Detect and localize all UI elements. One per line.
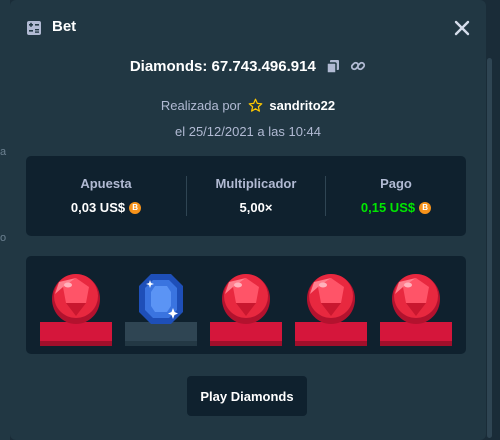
- close-icon[interactable]: [450, 16, 474, 40]
- gem-slot: [295, 266, 367, 346]
- bet-amount-value: 0,03 US$: [70, 200, 126, 215]
- gem-slot: [210, 266, 282, 346]
- multiplier-value: 5,00×: [239, 200, 273, 215]
- payout-stat: Pago 0,15 US$: [326, 156, 466, 236]
- scrollbar[interactable]: [486, 58, 494, 438]
- placed-by-label: Realizada por: [160, 98, 242, 113]
- placed-by-line: Realizada por sandrito22: [10, 98, 486, 113]
- bitcoin-icon: [129, 202, 142, 214]
- star-icon: [248, 98, 263, 112]
- modal-header: Bet: [10, 0, 486, 56]
- backdrop-text-fragment: a: [0, 146, 7, 158]
- red-diamond-icon: [307, 274, 355, 324]
- modal-title: Bet: [52, 18, 77, 35]
- username-link[interactable]: sandrito22: [269, 98, 335, 113]
- multiplier-stat: Multiplicador 5,00×: [187, 156, 325, 236]
- bitcoin-icon: [419, 202, 432, 214]
- bet-amount-label: Apuesta: [80, 176, 132, 191]
- blue-sapphire-icon: [139, 274, 183, 324]
- bet-date: el 25/12/2021 a las 10:44: [174, 124, 321, 139]
- bet-icon: [27, 21, 41, 35]
- payout-label: Pago: [380, 176, 412, 191]
- gem-slot: [40, 266, 112, 346]
- bet-stats-panel: Apuesta 0,03 US$ Multiplicador 5,00× Pag…: [26, 156, 466, 236]
- gem-slot: [380, 266, 452, 346]
- backdrop-text-fragment: o: [0, 232, 7, 244]
- red-diamond-icon: [392, 274, 440, 324]
- payout-value-row: 0,15 US$: [326, 200, 466, 215]
- backdrop-panel: [0, 0, 10, 440]
- bet-id: 67.743.496.914: [211, 58, 316, 75]
- red-diamond-icon: [222, 274, 270, 324]
- copy-icon[interactable]: [326, 59, 340, 74]
- scrollbar-thumb[interactable]: [487, 58, 492, 438]
- bet-amount-stat: Apuesta 0,03 US$: [26, 156, 186, 236]
- bet-modal: Bet Diamonds: 67.743.496.914 Realizada p…: [10, 0, 492, 440]
- bet-id-line: Diamonds: 67.743.496.914: [10, 58, 486, 75]
- play-diamonds-button[interactable]: Play Diamonds: [187, 376, 307, 416]
- gem-slot: [125, 266, 197, 346]
- red-diamond-icon: [52, 274, 100, 324]
- gem-board: [26, 256, 466, 354]
- multiplier-label: Multiplicador: [215, 176, 297, 191]
- payout-value: 0,15 US$: [360, 200, 416, 215]
- link-icon[interactable]: [350, 58, 366, 74]
- bet-amount-value-row: 0,03 US$: [26, 200, 186, 215]
- game-name: Diamonds:: [129, 58, 208, 75]
